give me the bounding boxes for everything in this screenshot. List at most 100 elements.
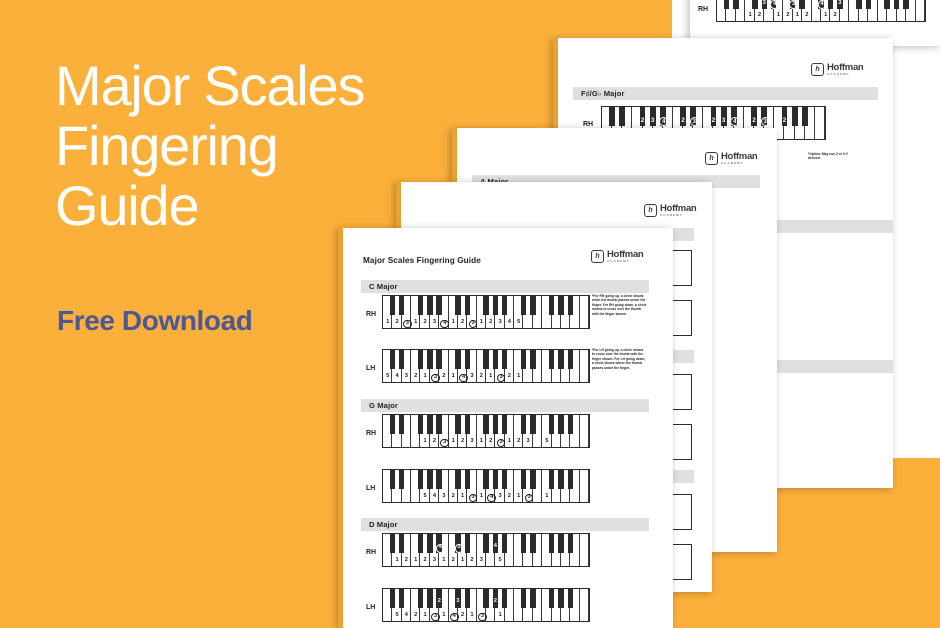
black-key[interactable] bbox=[502, 534, 508, 554]
black-key[interactable] bbox=[492, 415, 499, 435]
black-key[interactable] bbox=[548, 296, 555, 316]
black-key[interactable] bbox=[502, 415, 508, 435]
black-key[interactable] bbox=[399, 415, 405, 435]
black-key[interactable] bbox=[567, 470, 573, 490]
black-key[interactable] bbox=[530, 470, 536, 490]
black-key[interactable] bbox=[530, 350, 536, 370]
black-key[interactable] bbox=[399, 350, 405, 370]
black-key[interactable] bbox=[530, 589, 536, 609]
black-key[interactable] bbox=[483, 534, 489, 554]
black-key[interactable] bbox=[799, 0, 805, 9]
black-key[interactable] bbox=[520, 589, 527, 609]
white-key[interactable] bbox=[579, 296, 589, 328]
black-key[interactable] bbox=[548, 350, 555, 370]
black-key[interactable] bbox=[492, 350, 499, 370]
black-key[interactable] bbox=[417, 589, 424, 609]
black-key[interactable] bbox=[903, 0, 909, 9]
black-key[interactable] bbox=[752, 0, 758, 9]
black-key[interactable] bbox=[464, 589, 470, 609]
black-key[interactable] bbox=[548, 415, 555, 435]
black-key[interactable] bbox=[464, 350, 470, 370]
black-key[interactable] bbox=[427, 589, 433, 609]
black-key[interactable] bbox=[865, 0, 871, 9]
black-key[interactable] bbox=[399, 534, 405, 554]
black-key[interactable] bbox=[530, 296, 536, 316]
keyboard-cmajor-lh[interactable]: 543213214321321 bbox=[382, 349, 590, 383]
black-key[interactable] bbox=[520, 350, 527, 370]
white-key[interactable] bbox=[579, 534, 589, 566]
black-key[interactable] bbox=[801, 107, 808, 127]
black-key[interactable] bbox=[558, 534, 564, 554]
black-key[interactable] bbox=[548, 589, 555, 609]
black-key[interactable] bbox=[827, 0, 834, 9]
black-key[interactable] bbox=[389, 534, 396, 554]
keyboard-dmajor-lh[interactable]: 54213214321321 bbox=[382, 588, 590, 622]
black-key[interactable] bbox=[483, 350, 489, 370]
black-key[interactable] bbox=[567, 350, 573, 370]
black-key[interactable] bbox=[619, 107, 626, 127]
keyboard-cmajor-rh[interactable]: 123123412312345 bbox=[382, 295, 590, 329]
black-key[interactable] bbox=[520, 296, 527, 316]
black-key[interactable] bbox=[558, 350, 564, 370]
black-key[interactable] bbox=[427, 470, 433, 490]
black-key[interactable] bbox=[455, 296, 461, 316]
black-key[interactable] bbox=[502, 470, 508, 490]
black-key[interactable] bbox=[567, 296, 573, 316]
black-key[interactable] bbox=[530, 415, 536, 435]
black-key[interactable] bbox=[464, 415, 470, 435]
keyboard-gmajor-rh[interactable]: 1231231231235 bbox=[382, 414, 590, 448]
black-key[interactable] bbox=[856, 0, 862, 9]
black-key[interactable] bbox=[389, 415, 396, 435]
black-key[interactable] bbox=[464, 470, 470, 490]
black-key[interactable] bbox=[427, 415, 433, 435]
black-key[interactable] bbox=[548, 470, 555, 490]
black-key[interactable] bbox=[389, 350, 396, 370]
black-key[interactable] bbox=[455, 350, 461, 370]
black-key[interactable] bbox=[483, 470, 489, 490]
black-key[interactable] bbox=[464, 534, 470, 554]
white-key[interactable] bbox=[915, 0, 925, 21]
black-key[interactable] bbox=[417, 296, 424, 316]
black-key[interactable] bbox=[399, 296, 405, 316]
black-key[interactable] bbox=[884, 0, 890, 9]
black-key[interactable] bbox=[389, 296, 396, 316]
black-key[interactable] bbox=[483, 415, 489, 435]
black-key[interactable] bbox=[483, 296, 489, 316]
black-key[interactable] bbox=[733, 0, 739, 9]
black-key[interactable] bbox=[436, 350, 442, 370]
black-key[interactable] bbox=[427, 534, 433, 554]
black-key[interactable] bbox=[427, 296, 433, 316]
black-key[interactable] bbox=[558, 470, 564, 490]
black-key[interactable] bbox=[455, 415, 461, 435]
black-key[interactable] bbox=[791, 107, 798, 127]
black-key[interactable] bbox=[609, 107, 616, 127]
black-key[interactable] bbox=[436, 415, 442, 435]
black-key[interactable] bbox=[520, 534, 527, 554]
black-key[interactable] bbox=[558, 296, 564, 316]
black-key[interactable] bbox=[893, 0, 900, 9]
white-key[interactable] bbox=[814, 107, 825, 139]
keyboard-sheet-5[interactable]: 1234123124123 bbox=[716, 0, 926, 22]
black-key[interactable] bbox=[436, 296, 442, 316]
black-key[interactable] bbox=[417, 350, 424, 370]
black-key[interactable] bbox=[548, 534, 555, 554]
black-key[interactable] bbox=[427, 350, 433, 370]
black-key[interactable] bbox=[492, 470, 499, 490]
black-key[interactable] bbox=[567, 589, 573, 609]
black-key[interactable] bbox=[399, 589, 405, 609]
white-key[interactable] bbox=[579, 350, 589, 382]
black-key[interactable] bbox=[558, 415, 564, 435]
sheet-page-front[interactable]: Major Scales Fingering Guide h Hoffman A… bbox=[338, 228, 673, 628]
keyboard-gmajor-lh[interactable]: 5432131432131 bbox=[382, 469, 590, 503]
black-key[interactable] bbox=[558, 589, 564, 609]
black-key[interactable] bbox=[483, 589, 489, 609]
black-key[interactable] bbox=[723, 0, 730, 9]
black-key[interactable] bbox=[492, 296, 499, 316]
black-key[interactable] bbox=[389, 589, 396, 609]
black-key[interactable] bbox=[417, 534, 424, 554]
white-key[interactable] bbox=[579, 470, 589, 502]
black-key[interactable] bbox=[389, 470, 396, 490]
black-key[interactable] bbox=[464, 296, 470, 316]
black-key[interactable] bbox=[502, 350, 508, 370]
black-key[interactable] bbox=[530, 534, 536, 554]
